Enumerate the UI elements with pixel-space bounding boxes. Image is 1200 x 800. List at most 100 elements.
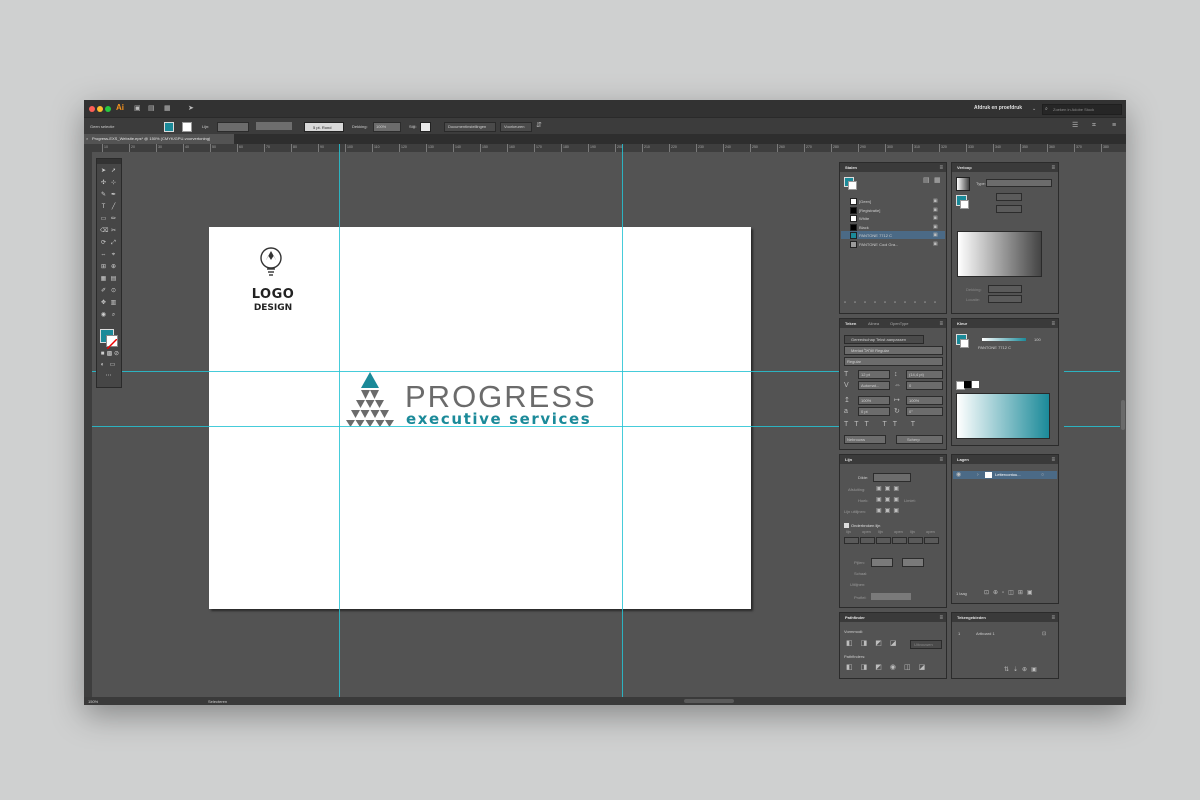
vertical-scrollbar[interactable] <box>1121 400 1125 430</box>
language-dropdown[interactable]: Nebrouws <box>844 435 886 444</box>
lasso-tool-icon[interactable]: ⊹ <box>110 180 117 187</box>
swatches-panel-tab[interactable]: Stalen <box>845 163 857 172</box>
color-mode-icon[interactable]: ■ <box>99 351 106 358</box>
gradient-stroke-swatch[interactable] <box>960 200 969 209</box>
show-kinds-icon[interactable]: ▫ <box>854 299 856 307</box>
layer-target-icon[interactable]: ○ <box>1041 471 1044 479</box>
visibility-eye-icon[interactable]: ◉ <box>956 471 961 479</box>
horizontal-guide[interactable] <box>92 371 882 372</box>
stroke-weight-field[interactable] <box>217 122 249 132</box>
maximize-window-button[interactable] <box>105 106 111 112</box>
dash-field[interactable] <box>908 537 923 544</box>
white-color-chip[interactable] <box>972 381 979 388</box>
stroke-panel-tab[interactable]: Lijn <box>845 455 852 464</box>
new-group-icon[interactable]: ▫ <box>884 299 886 307</box>
panel-menu-icon[interactable]: ≡ <box>939 164 943 172</box>
artboard-options-icon[interactable]: ⊡ <box>1042 630 1046 638</box>
swatch-row[interactable]: PANTONE 7712 C ▣ <box>841 231 945 239</box>
panel-menu-icon[interactable]: ≡ <box>1051 164 1055 172</box>
variable-width-profile[interactable] <box>256 122 292 130</box>
gap-field[interactable] <box>924 537 939 544</box>
profile-dropdown[interactable] <box>871 593 911 600</box>
kerning-field[interactable]: Automat... <box>858 381 890 390</box>
shape-builder-tool-icon[interactable]: ⊞ <box>100 264 107 271</box>
color-spectrum[interactable] <box>956 393 1050 439</box>
gradient-type-dropdown[interactable] <box>986 179 1052 187</box>
graph-tool-icon[interactable]: ▥ <box>110 300 117 307</box>
horizontal-guide[interactable] <box>1064 426 1120 427</box>
panel-menu-icon[interactable]: ≡ <box>1051 456 1055 464</box>
status-mode[interactable]: Selecteren <box>208 699 227 704</box>
antialiasing-dropdown[interactable]: Scherp <box>896 435 943 444</box>
font-style-dropdown[interactable]: Regular <box>844 357 943 366</box>
width-tool-icon[interactable]: ⇔ <box>100 252 107 259</box>
vertical-guide[interactable] <box>339 144 340 705</box>
panel-menu-icon[interactable]: ≡ <box>939 456 943 464</box>
brush-definition-dropdown[interactable]: 5 pt. Rond <box>304 122 344 132</box>
opacity-field[interactable]: 100% <box>373 122 401 132</box>
layer-row[interactable]: ◉ › Lettercontou... ○ <box>953 471 1057 479</box>
preferences-button[interactable]: Voorkeuren <box>500 122 532 132</box>
arrow-start-dropdown[interactable] <box>871 558 893 567</box>
layers-panel-tab[interactable]: Lagen <box>957 455 969 464</box>
artboard-row[interactable]: 1 Artboard 1 ⊡ <box>956 630 1054 637</box>
stock-icon[interactable]: ▤ <box>148 105 155 113</box>
stroke-weight-input[interactable] <box>873 473 911 482</box>
arrange-documents-icon[interactable]: ▦ <box>164 105 171 113</box>
swatch-row[interactable]: White ▣ <box>841 214 945 222</box>
gradient-location-field[interactable] <box>988 295 1022 303</box>
panel-menu-icon[interactable]: ≡ <box>1051 320 1055 328</box>
symbol-sprayer-tool-icon[interactable]: ✥ <box>100 300 107 307</box>
horizontal-scale-field[interactable]: 100% <box>906 396 943 405</box>
text-case-icons[interactable]: TTT TT T <box>844 421 921 429</box>
arrow-end-dropdown[interactable] <box>902 558 924 567</box>
gradient-panel-tab[interactable]: Verloop <box>957 163 972 172</box>
list-view-icon[interactable]: ▤ <box>923 177 930 185</box>
dash-field[interactable] <box>844 537 859 544</box>
panel-menu-icon[interactable]: ≡ <box>939 614 943 622</box>
new-swatch-icon[interactable]: ▫ <box>894 299 896 307</box>
selection-tool-icon[interactable]: ➤ <box>100 168 107 175</box>
close-window-button[interactable] <box>89 106 95 112</box>
tint-slider[interactable] <box>982 338 1026 341</box>
mesh-tool-icon[interactable]: ▦ <box>100 276 107 283</box>
horizontal-scrollbar[interactable] <box>684 699 734 703</box>
vertical-scale-field[interactable]: 100% <box>858 396 890 405</box>
shape-mode-icons[interactable]: ◧◨◩◪ <box>846 640 904 648</box>
folder-icon[interactable]: ▫ <box>914 299 916 307</box>
swatch-row[interactable]: Black ▣ <box>841 223 945 231</box>
expand-arrow-icon[interactable]: › <box>977 471 979 479</box>
screen-mode-icon[interactable]: ▭ <box>109 362 116 369</box>
align-icon[interactable]: ☰ <box>1072 122 1078 130</box>
horizontal-guide[interactable] <box>1064 371 1120 372</box>
color-stroke-swatch[interactable] <box>960 339 969 348</box>
align-stroke-icons[interactable]: ▣▣▣ <box>876 507 902 515</box>
gradient-ramp[interactable] <box>957 231 1042 277</box>
gradient-thumbnail[interactable] <box>956 177 970 191</box>
pen-tool-icon[interactable]: ✎ <box>100 192 107 199</box>
document-settings-button[interactable]: Documentinstellingen <box>444 122 496 132</box>
paintbrush-tool-icon[interactable]: ✏ <box>110 216 117 223</box>
color-panel-tab[interactable]: Kleur <box>957 319 967 328</box>
fill-color-swatch[interactable] <box>164 122 174 132</box>
gap-field[interactable] <box>860 537 875 544</box>
touch-type-tool-button[interactable]: Gereedschap Tekst aanpassen <box>844 335 924 344</box>
dashed-line-checkbox[interactable] <box>844 523 849 528</box>
pathfinder-icons[interactable]: ◧◨◩◉◫◪ <box>846 664 933 672</box>
artboard[interactable]: LOGO DESIGN PROGRESS executive services <box>209 227 751 609</box>
trash-icon[interactable]: ▫ <box>934 299 936 307</box>
panel-menu-icon[interactable]: ≡ <box>1051 614 1055 622</box>
library-icon[interactable]: ▫ <box>844 299 846 307</box>
swatch-row[interactable]: [Geen] ▣ <box>841 197 945 205</box>
tracking-field[interactable]: 0 <box>906 381 943 390</box>
eraser-tool-icon[interactable]: ⌫ <box>100 228 108 235</box>
swatch-row[interactable]: PANTONE Cool Gra... ▣ <box>841 240 945 248</box>
gradient-mode-icon[interactable]: ▩ <box>106 351 113 358</box>
chevron-down-icon[interactable]: ⌄ <box>1032 105 1036 113</box>
stroke-color-swatch[interactable] <box>182 122 192 132</box>
black-color-chip[interactable] <box>964 381 971 388</box>
zoom-level[interactable]: 150% <box>88 699 98 704</box>
scissors-tool-icon[interactable]: ✂ <box>110 228 117 235</box>
layers-footer-icons[interactable]: ⊡⊕▫◫⊞▣ <box>984 589 1037 597</box>
artboards-panel-tab[interactable]: Tekengebieden <box>957 613 986 622</box>
